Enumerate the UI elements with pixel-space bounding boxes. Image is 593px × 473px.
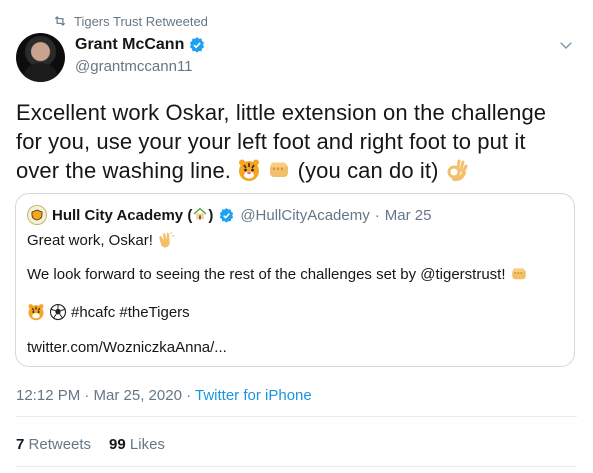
avatar[interactable] <box>16 33 65 82</box>
quoted-handle[interactable]: @HullCityAcademy <box>240 207 369 224</box>
crest-icon <box>31 209 43 221</box>
quoted-line: We look forward to seeing the rest of th… <box>27 265 528 283</box>
engagement-stats: 7 Retweets 99 Likes <box>16 436 165 453</box>
verified-badge-icon <box>190 37 205 53</box>
tiger-face-icon <box>239 159 260 181</box>
fist-icon <box>270 162 289 177</box>
tweet-line: over the washing line. (you can do it) <box>16 156 576 185</box>
tiger-face-icon <box>28 304 44 321</box>
fist-icon <box>511 268 526 280</box>
quoted-link[interactable]: twitter.com/WozniczkaAnna/... <box>27 339 227 356</box>
quoted-line: Great work, Oskar! <box>27 231 175 249</box>
timestamp-date[interactable]: 12:12 PM · Mar 25, 2020 · <box>16 387 191 404</box>
chevron-down-icon[interactable] <box>557 36 575 54</box>
quoted-date[interactable]: Mar 25 <box>385 207 432 224</box>
tweet-source-link[interactable]: Twitter for iPhone <box>195 387 312 404</box>
quoted-tweet[interactable]: Hull City Academy ( ) @HullCityAcademy ·… <box>15 193 575 367</box>
house-icon <box>193 207 207 220</box>
ok-hand-icon <box>447 159 468 182</box>
likes-stat[interactable]: 99 Likes <box>109 436 165 453</box>
verified-badge-icon <box>220 207 234 223</box>
separator: · <box>374 206 380 224</box>
quoted-tweet-header: Hull City Academy ( ) @HullCityAcademy ·… <box>27 205 431 225</box>
tweet-text: Excellent work Oskar, little extension o… <box>16 98 576 185</box>
divider <box>16 416 577 417</box>
author-block: Grant McCann @grantmccann11 <box>75 36 206 75</box>
tweet-timestamp: 12:12 PM · Mar 25, 2020 · Twitter for iP… <box>16 387 312 404</box>
divider <box>16 466 577 467</box>
quoted-avatar[interactable] <box>27 205 47 225</box>
tweet-line: Excellent work Oskar, little extension o… <box>16 100 547 125</box>
quoted-hashtags: #hcafc #theTigers <box>27 303 190 321</box>
clapping-hands-icon <box>159 232 175 248</box>
quoted-author-name[interactable]: Hull City Academy ( ) <box>52 206 213 224</box>
retweet-indicator: Tigers Trust Retweeted <box>53 12 208 30</box>
retweet-icon <box>54 16 66 26</box>
retweet-label: Tigers Trust Retweeted <box>74 13 208 29</box>
retweets-stat[interactable]: 7 Retweets <box>16 436 91 453</box>
soccer-ball-icon <box>49 303 67 321</box>
tweet-line: for you, use your your left foot and rig… <box>16 129 526 154</box>
author-name[interactable]: Grant McCann <box>75 36 184 54</box>
author-handle[interactable]: @grantmccann11 <box>75 58 206 75</box>
